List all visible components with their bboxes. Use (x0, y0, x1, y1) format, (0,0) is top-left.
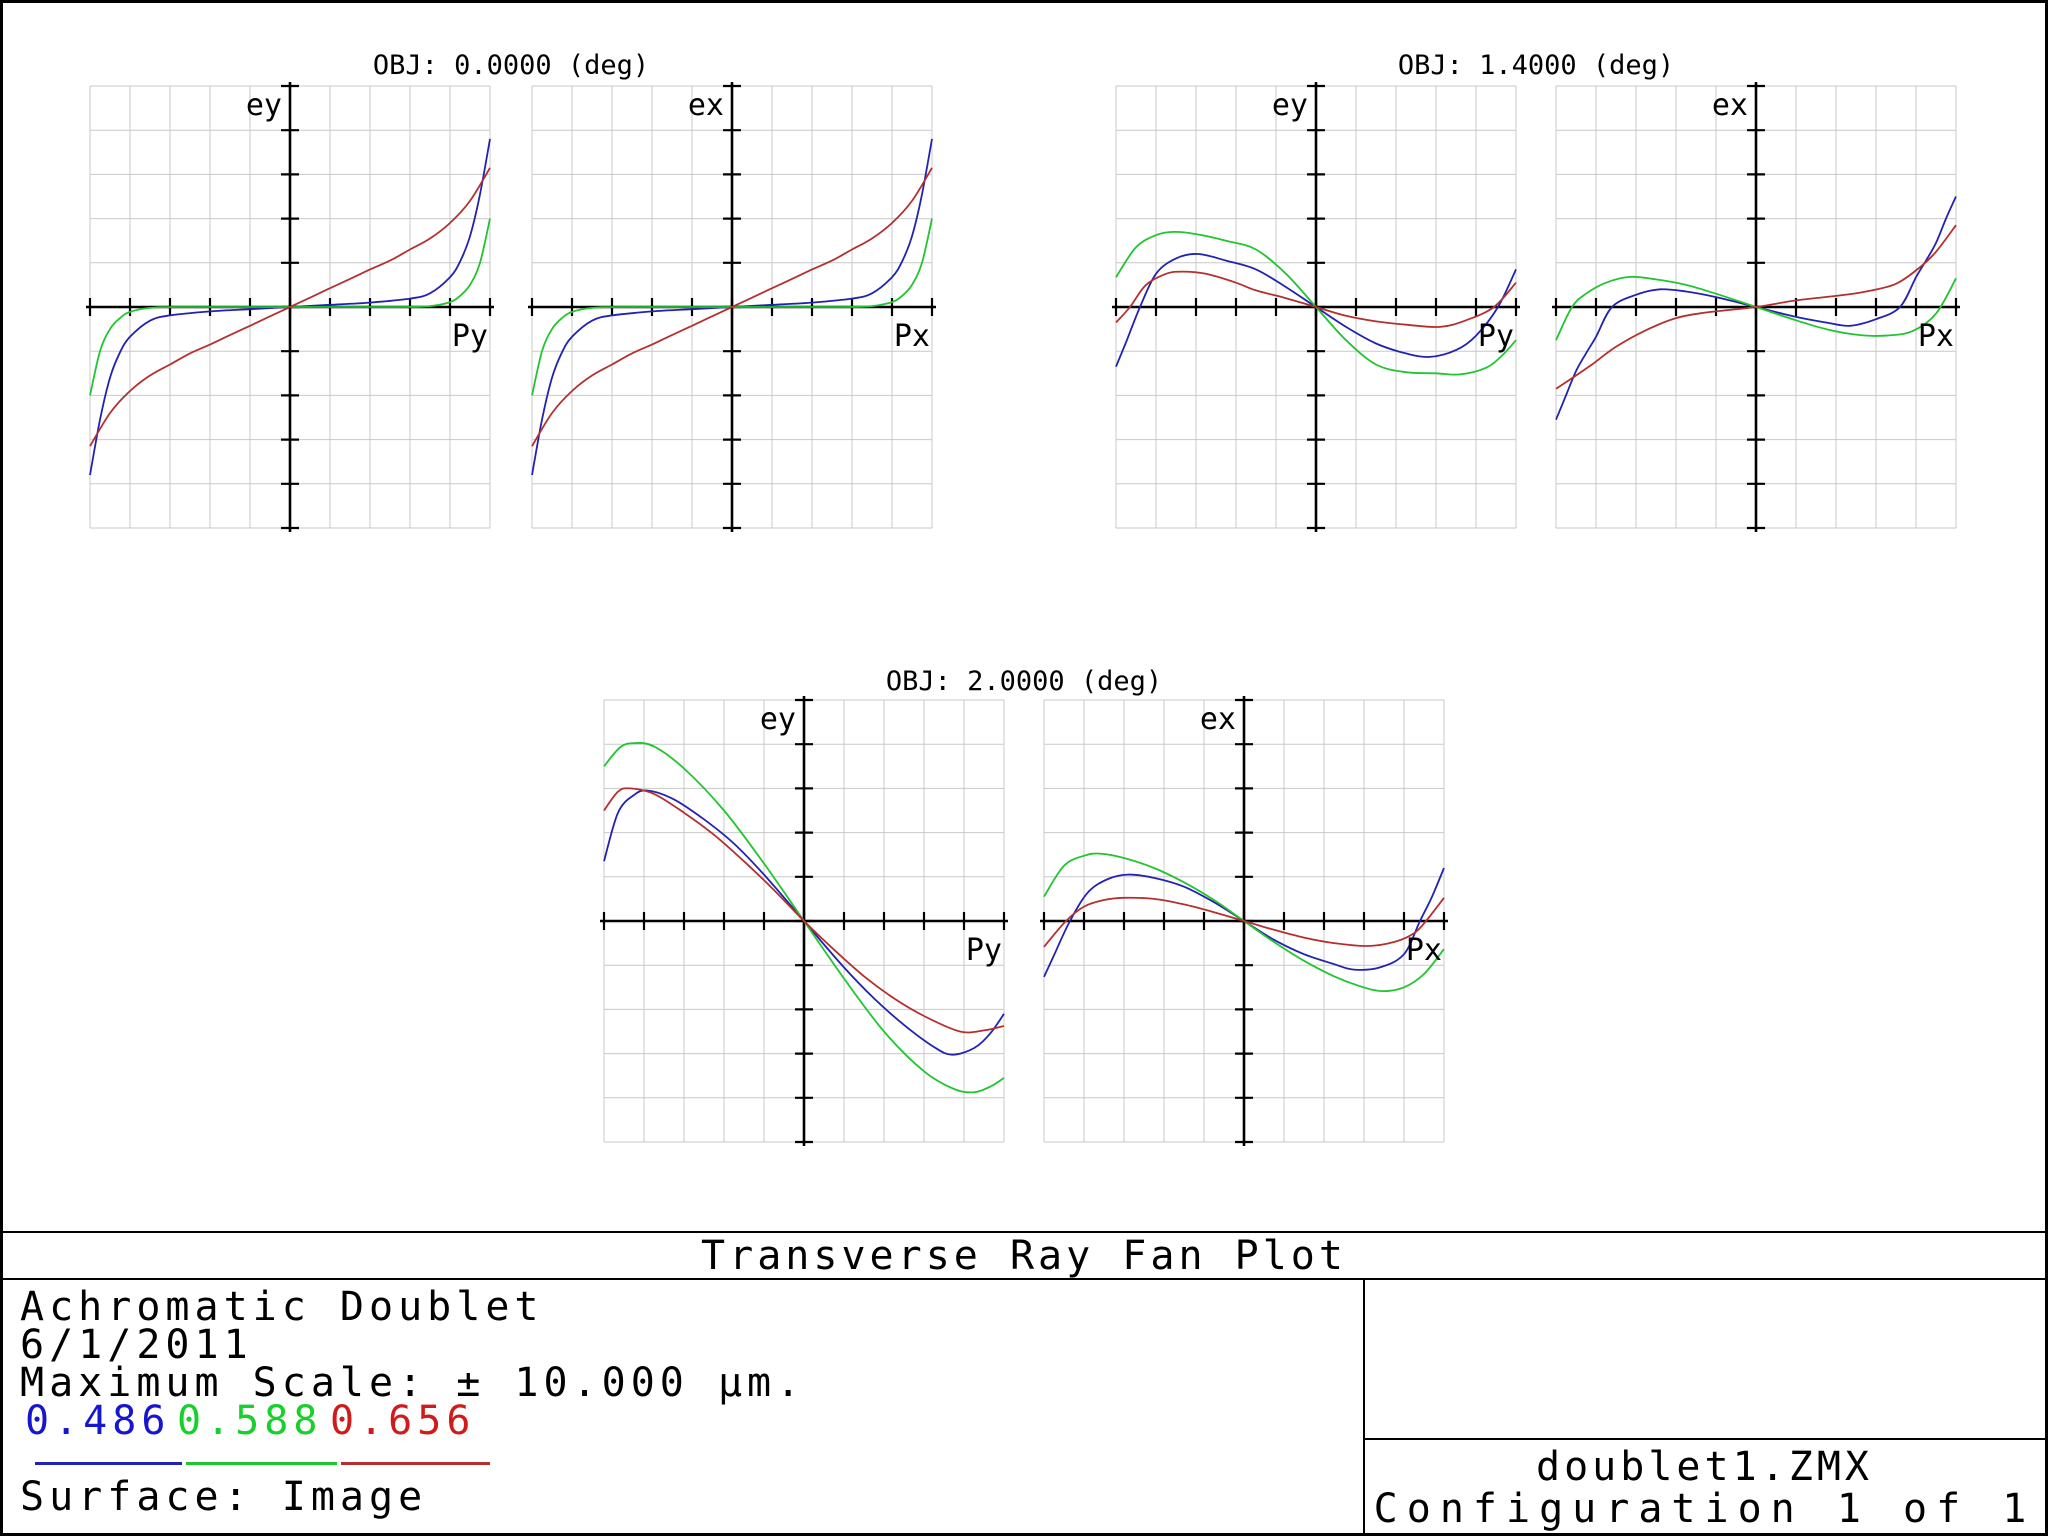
ray-fan-plot-window: OBJ: 0.0000 (deg)OBJ: 1.4000 (deg)OBJ: 2… (0, 0, 2048, 1536)
window-border (0, 0, 2048, 1536)
